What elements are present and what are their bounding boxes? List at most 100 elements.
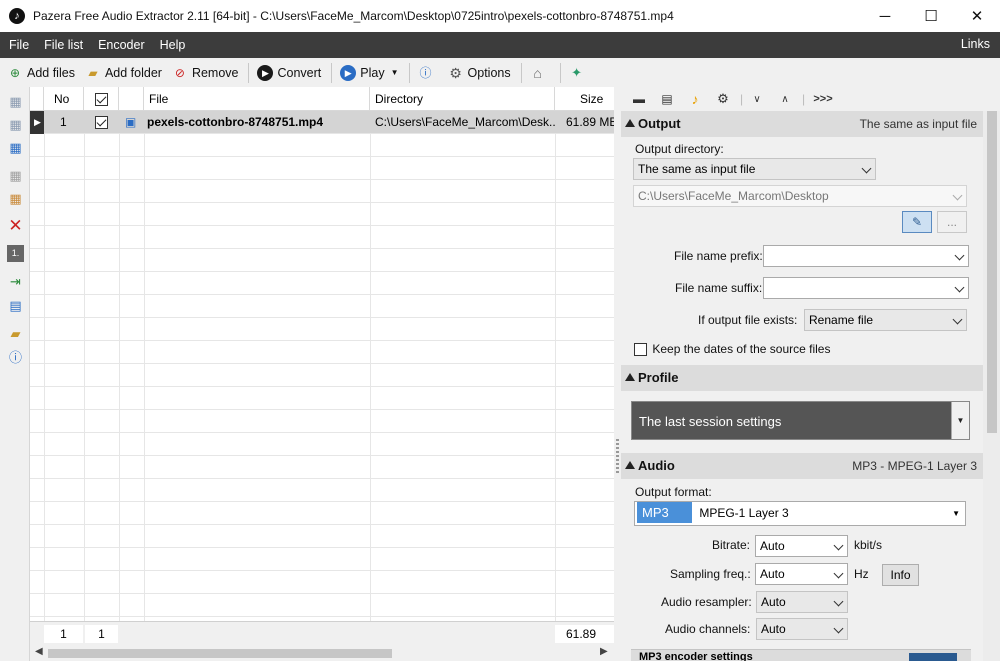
toolbar-separator xyxy=(331,62,333,83)
browse-button[interactable]: ... xyxy=(937,211,967,233)
home-button[interactable]: ⌂ xyxy=(530,65,550,81)
row-size: 61.89 MB xyxy=(566,115,614,129)
document-icon[interactable]: ▤ xyxy=(656,92,678,106)
select-none-icon[interactable]: ▦ xyxy=(7,116,24,133)
scrollbar-thumb[interactable] xyxy=(987,111,997,433)
chevron-down-icon xyxy=(954,282,965,293)
open-folder-icon[interactable]: ▰ xyxy=(7,325,24,342)
encoder-settings-header[interactable]: MP3 encoder settings xyxy=(631,649,971,661)
export-list-icon[interactable]: ▤ xyxy=(7,297,24,314)
remove-all-icon[interactable]: ✕ xyxy=(7,217,24,234)
check-all-checkbox[interactable] xyxy=(94,93,108,107)
grid-body: ▶ 1 ▣ pexels-cottonbro-8748751.mp4 C:\Us… xyxy=(30,111,614,621)
format-code: MP3 xyxy=(637,502,692,523)
output-directory-path-select[interactable]: C:\Users\FaceMe_Marcom\Desktop xyxy=(633,185,967,207)
suffix-input[interactable] xyxy=(763,277,969,299)
numbering-icon[interactable]: 1. xyxy=(7,245,24,262)
row-file-name: pexels-cottonbro-8748751.mp4 xyxy=(147,115,324,129)
pin-icon: ✦ xyxy=(571,64,583,80)
audio-title: Audio xyxy=(638,458,675,473)
output-directory-path-value: C:\Users\FaceMe_Marcom\Desktop xyxy=(638,189,829,203)
info-button[interactable]: Info xyxy=(882,564,919,586)
panel-vertical-scrollbar[interactable] xyxy=(983,111,1000,661)
menu-help[interactable]: Help xyxy=(154,38,192,52)
bitrate-unit: kbit/s xyxy=(854,538,883,552)
row-checkbox[interactable] xyxy=(95,116,108,130)
menu-encoder[interactable]: Encoder xyxy=(92,38,151,52)
import-list-icon[interactable]: ⇥ xyxy=(7,273,24,290)
scroll-left-icon[interactable]: ◀ xyxy=(35,646,43,657)
collapse-triangle-icon[interactable] xyxy=(625,461,635,469)
file-list-grid: No File Directory Size ▶ 1 ▣ pexels-cott… xyxy=(30,87,614,661)
gear-icon[interactable]: ⚙ xyxy=(712,91,734,107)
prefix-input[interactable] xyxy=(763,245,969,267)
column-header-check[interactable] xyxy=(84,87,119,111)
convert-button[interactable]: ▶ Convert xyxy=(257,64,321,81)
scroll-right-icon[interactable]: ▶ xyxy=(600,646,608,657)
panel-toolbar: ▬ ▤ ♪ ⚙ | ∨ ∧ | >>> xyxy=(621,87,1000,111)
horizontal-scrollbar[interactable]: ◀ ▶ xyxy=(30,645,614,661)
chevron-down-icon[interactable]: ▼ xyxy=(391,68,399,77)
table-row[interactable]: ▶ 1 ▣ pexels-cottonbro-8748751.mp4 C:\Us… xyxy=(30,111,614,134)
column-header-file[interactable]: File xyxy=(144,87,370,111)
splitter-grip[interactable] xyxy=(616,439,619,475)
folder-icon[interactable]: ▬ xyxy=(628,92,650,106)
minimize-button[interactable]: ─ xyxy=(862,0,908,32)
format-name: MPEG-1 Layer 3 xyxy=(699,506,789,520)
select-all-icon[interactable]: ▦ xyxy=(7,93,24,110)
output-directory-mode-select[interactable]: The same as input file xyxy=(633,158,876,180)
more-icon[interactable]: >>> xyxy=(808,93,838,105)
profile-select[interactable]: The last session settings ▼ xyxy=(631,401,970,440)
output-section-header[interactable]: Output The same as input file xyxy=(621,111,983,137)
bitrate-select[interactable]: Auto xyxy=(755,535,848,557)
collapse-all-icon[interactable]: ∨ xyxy=(746,94,768,105)
audio-section-header[interactable]: Audio MP3 - MPEG-1 Layer 3 xyxy=(621,453,983,479)
output-format-select[interactable]: MP3 MPEG-1 Layer 3 ▼ xyxy=(634,501,966,526)
side-toolbar: ▦ ▦ ▦ ▦ ▦ ✕ 1. ⇥ ▤ ▰ ⓘ xyxy=(0,87,30,661)
column-header-directory[interactable]: Directory xyxy=(370,87,555,111)
uncheck-all-icon[interactable]: ▦ xyxy=(7,190,24,207)
chevron-down-icon xyxy=(833,540,844,551)
row-check-cell[interactable] xyxy=(84,111,119,134)
chevron-down-icon[interactable]: ▼ xyxy=(951,402,969,439)
collapse-triangle-icon[interactable] xyxy=(625,119,635,127)
expand-all-icon[interactable]: ∧ xyxy=(774,94,796,105)
music-note-icon[interactable]: ♪ xyxy=(684,91,706,107)
scrollbar-thumb[interactable] xyxy=(48,649,392,658)
channels-select[interactable]: Auto xyxy=(756,618,848,640)
toolbar-separator xyxy=(248,62,250,83)
pin-button[interactable]: ✦ xyxy=(569,65,589,81)
column-header-no[interactable]: No xyxy=(44,87,84,111)
maximize-button[interactable]: ☐ xyxy=(908,0,954,32)
add-files-icon: ⊕ xyxy=(9,65,21,80)
add-folder-icon: ▰ xyxy=(88,65,98,80)
play-button[interactable]: ▶ Play ▼ xyxy=(340,64,399,81)
sampling-select[interactable]: Auto xyxy=(755,563,848,585)
add-folder-button[interactable]: ▰ Add folder xyxy=(85,65,162,81)
add-files-button[interactable]: ⊕ Add files xyxy=(7,65,75,81)
empty-row xyxy=(30,157,614,180)
file-properties-icon[interactable]: ⓘ xyxy=(7,349,24,366)
window-title: Pazera Free Audio Extractor 2.11 [64-bit… xyxy=(33,9,674,23)
resampler-select[interactable]: Auto xyxy=(756,591,848,613)
keep-dates-option[interactable]: Keep the dates of the source files xyxy=(634,342,830,357)
if-exists-select[interactable]: Rename file xyxy=(804,309,967,331)
check-all-icon[interactable]: ▦ xyxy=(7,167,24,184)
empty-row xyxy=(30,203,614,226)
profile-section-header[interactable]: Profile xyxy=(621,365,983,391)
options-button[interactable]: ⚙ Options xyxy=(448,65,510,81)
menu-links[interactable]: Links xyxy=(961,37,990,51)
menu-file[interactable]: File xyxy=(3,38,35,52)
defaults-button[interactable] xyxy=(909,653,957,661)
file-info-button[interactable]: ⓘ xyxy=(418,65,438,81)
invert-selection-icon[interactable]: ▦ xyxy=(7,139,24,156)
collapse-triangle-icon[interactable] xyxy=(625,373,635,381)
menu-file-list[interactable]: File list xyxy=(38,38,89,52)
keep-dates-checkbox[interactable] xyxy=(634,343,647,357)
panel-splitter[interactable] xyxy=(614,87,621,661)
close-button[interactable]: ✕ xyxy=(954,0,1000,32)
footer-count: 1 xyxy=(44,625,83,643)
edit-directory-icon[interactable]: ✎ xyxy=(902,211,932,233)
remove-button[interactable]: ⊘ Remove xyxy=(172,65,239,81)
column-header-size[interactable]: Size xyxy=(555,87,614,111)
